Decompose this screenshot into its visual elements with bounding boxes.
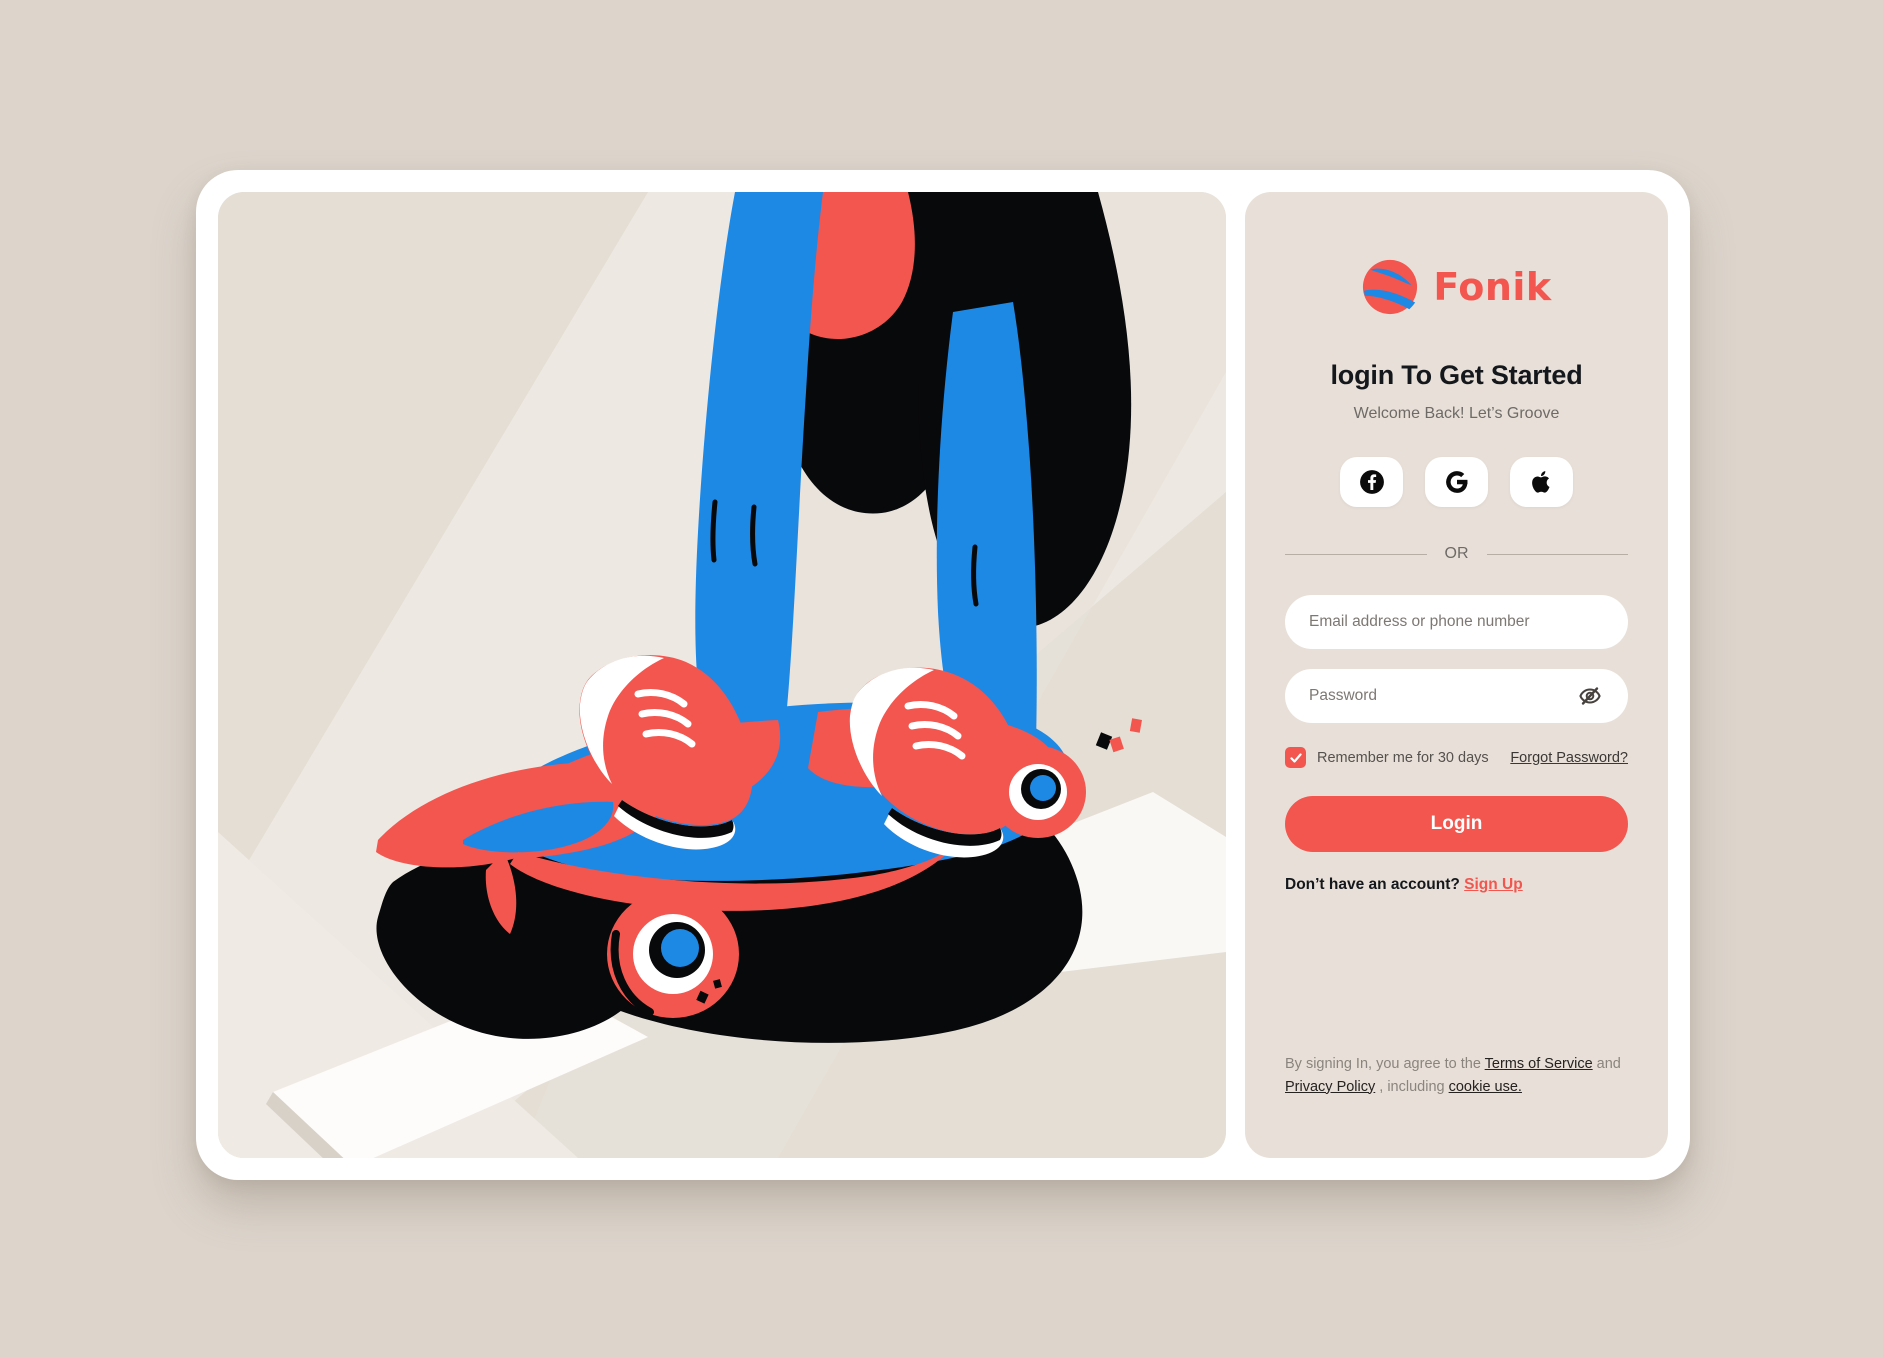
password-field[interactable] xyxy=(1285,669,1628,723)
legal-middle: , including xyxy=(1375,1078,1449,1095)
or-divider: OR xyxy=(1285,545,1628,563)
remember-me-checkbox[interactable] xyxy=(1285,747,1306,768)
facebook-login-button[interactable] xyxy=(1340,457,1403,507)
password-input[interactable] xyxy=(1309,687,1576,705)
remember-me-group[interactable]: Remember me for 30 days xyxy=(1285,747,1489,768)
divider-line-right xyxy=(1486,553,1628,555)
skateboarder-illustration xyxy=(218,192,1226,1158)
eye-slash-icon xyxy=(1579,687,1601,705)
legal-lead: By signing In, you agree to the xyxy=(1285,1056,1485,1073)
login-form-panel: Fonik login To Get Started Welcome Back!… xyxy=(1245,192,1668,1158)
check-icon xyxy=(1289,752,1302,763)
page-title: login To Get Started xyxy=(1330,360,1583,390)
remember-me-label: Remember me for 30 days xyxy=(1317,749,1489,766)
login-card: Fonik login To Get Started Welcome Back!… xyxy=(196,170,1690,1180)
remember-row: Remember me for 30 days Forgot Password? xyxy=(1285,747,1628,768)
brand-logo: Fonik xyxy=(1361,258,1551,316)
forgot-password-link[interactable]: Forgot Password? xyxy=(1510,750,1628,766)
signup-prompt: Don’t have an account? xyxy=(1285,876,1460,893)
toggle-password-visibility-button[interactable] xyxy=(1576,684,1604,708)
illustration-panel xyxy=(218,192,1226,1158)
apple-login-button[interactable] xyxy=(1510,457,1573,507)
legal-and: and xyxy=(1592,1056,1621,1073)
terms-of-service-link[interactable]: Terms of Service xyxy=(1485,1056,1593,1072)
facebook-icon xyxy=(1359,470,1384,494)
google-login-button[interactable] xyxy=(1425,457,1488,507)
brand-name: Fonik xyxy=(1433,265,1552,309)
google-icon xyxy=(1445,471,1467,493)
legal-footer: By signing In, you agree to the Terms of… xyxy=(1285,1053,1628,1098)
signup-link[interactable]: Sign Up xyxy=(1464,876,1523,893)
login-button[interactable]: Login xyxy=(1285,796,1628,852)
signup-row: Don’t have an account? Sign Up xyxy=(1285,876,1628,894)
fonik-ball-logo-icon xyxy=(1363,259,1418,315)
social-login-row xyxy=(1340,457,1573,507)
email-field[interactable] xyxy=(1285,595,1628,649)
divider-label: OR xyxy=(1444,545,1469,562)
page-subtitle: Welcome Back! Let’s Groove xyxy=(1353,405,1560,422)
email-input[interactable] xyxy=(1309,613,1604,631)
cookie-use-link[interactable]: cookie use. xyxy=(1449,1079,1522,1095)
apple-icon xyxy=(1531,471,1550,493)
privacy-policy-link[interactable]: Privacy Policy xyxy=(1285,1079,1375,1095)
divider-line-left xyxy=(1285,553,1427,555)
